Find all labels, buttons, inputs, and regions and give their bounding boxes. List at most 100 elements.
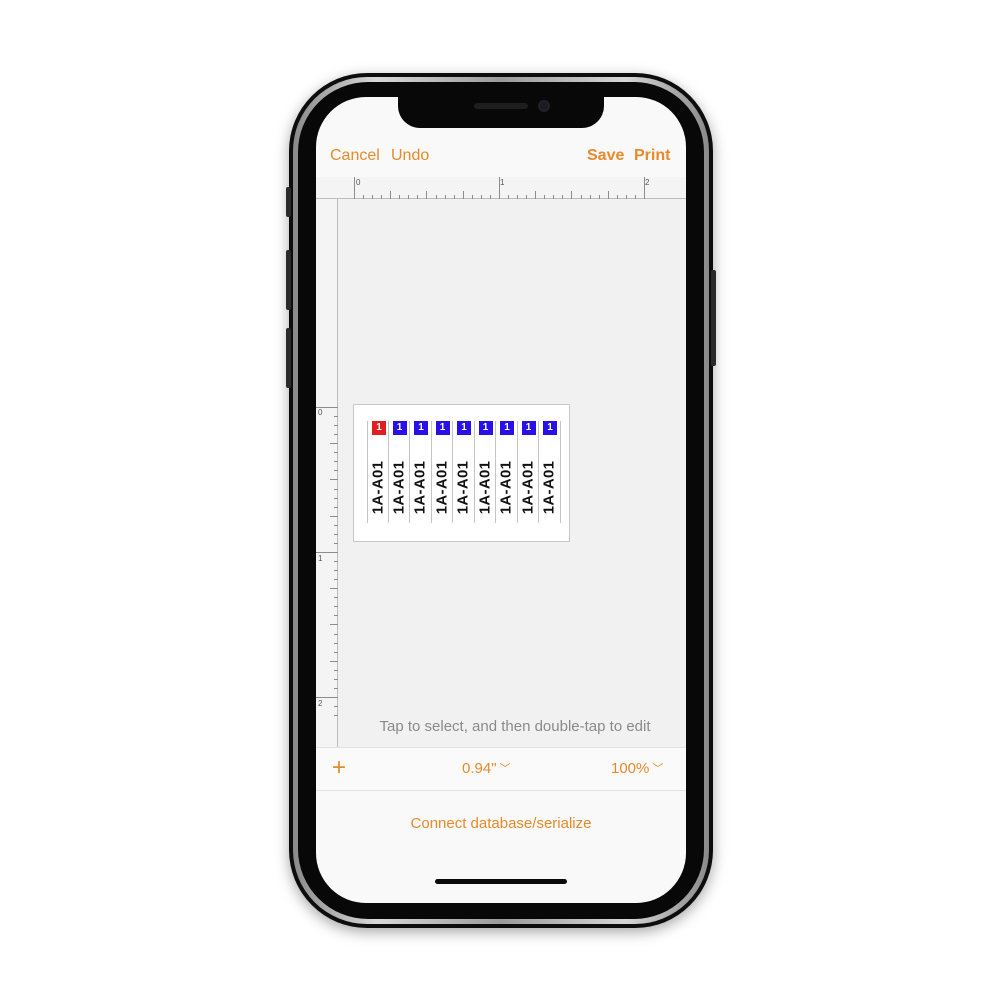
ruler-tick <box>607 191 609 199</box>
ruler-tick <box>330 479 338 481</box>
label-strip[interactable]: 1 1A-A01 <box>496 421 518 523</box>
ruler-tick <box>390 191 392 199</box>
label-strip-text: 1A-A01 <box>369 460 387 515</box>
label-strip[interactable]: 1 1A-A01 <box>474 421 496 523</box>
ruler-tick <box>334 570 338 572</box>
silent-switch <box>286 187 291 217</box>
label-canvas[interactable]: 0 1 2 0 1 2 1 1A-A01 1 1A-A01 1 1A-A01 1 1A-A01… <box>316 177 686 747</box>
ruler-tick <box>334 687 338 689</box>
length-value: 0.94" <box>462 760 497 777</box>
label-number-badge: 1 <box>372 421 386 435</box>
label-number-badge: 1 <box>478 421 493 435</box>
ruler-v-label-2: 2 <box>318 699 323 708</box>
zoom-value: 100% <box>611 760 650 777</box>
ruler-tick <box>334 579 338 581</box>
ruler-tick <box>334 488 338 490</box>
label-number-badge: 1 <box>521 421 536 435</box>
ruler-tick <box>334 461 338 463</box>
label-strip-text: 1A-A01 <box>497 460 515 515</box>
ruler-tick <box>417 195 419 199</box>
ruler-tick <box>616 195 618 199</box>
chevron-down-icon: ﹀ <box>499 763 511 775</box>
ruler-tick <box>334 651 338 653</box>
volume-up-button <box>286 250 291 310</box>
ruler-tick <box>334 597 338 599</box>
ruler-tick <box>334 669 338 671</box>
label-strip-text: 1A-A01 <box>540 460 558 515</box>
ruler-tick <box>544 195 546 199</box>
vertical-ruler: 0 1 2 <box>316 199 338 747</box>
ruler-tick <box>334 416 338 418</box>
camera-icon <box>538 100 550 112</box>
ruler-h-label-2: 2 <box>645 178 650 187</box>
print-button[interactable]: Print <box>634 147 670 165</box>
ruler-tick <box>334 642 338 644</box>
cancel-button[interactable]: Cancel <box>330 147 380 165</box>
ruler-tick <box>334 542 338 544</box>
edit-hint-text: Tap to select, and then double-tap to ed… <box>379 718 651 735</box>
phone-screen: Cancel Undo Save Print 0 1 2 0 1 2 1 1A-A… <box>316 97 686 903</box>
ruler-tick <box>580 195 582 199</box>
bottom-toolbar: + 0.94" ﹀ 100% ﹀ <box>316 747 686 791</box>
ruler-tick <box>408 195 410 199</box>
label-strip[interactable]: 1 1A-A01 <box>388 421 410 523</box>
horizontal-ruler: 0 1 2 <box>316 177 686 199</box>
ruler-tick <box>334 452 338 454</box>
chevron-down-icon: ﹀ <box>652 763 664 775</box>
ruler-tick <box>517 195 519 199</box>
ruler-tick <box>589 195 591 199</box>
home-indicator[interactable] <box>435 879 567 884</box>
save-button[interactable]: Save <box>587 147 624 165</box>
label-strip[interactable]: 1 1A-A01 <box>367 421 389 523</box>
label-strip[interactable]: 1 1A-A01 <box>453 421 475 523</box>
ruler-tick <box>330 624 338 626</box>
label-strip[interactable]: 1 1A-A01 <box>517 421 539 523</box>
ruler-tick <box>399 195 401 199</box>
label-strip-text: 1A-A01 <box>519 460 537 515</box>
ruler-tick <box>381 195 383 199</box>
label-sheet[interactable]: 1 1A-A01 1 1A-A01 1 1A-A01 1 1A-A01 1 1A-A01 1 1A-A… <box>353 404 570 542</box>
ruler-tick <box>316 551 338 553</box>
ruler-tick <box>316 407 338 408</box>
ruler-tick <box>334 678 338 680</box>
undo-button[interactable]: Undo <box>391 147 429 165</box>
ruler-tick <box>453 195 455 199</box>
label-strip-text: 1A-A01 <box>390 460 408 515</box>
ruler-tick <box>444 195 446 199</box>
ruler-tick <box>334 524 338 526</box>
label-number-badge: 1 <box>435 421 450 435</box>
ruler-tick <box>489 195 491 199</box>
ruler-tick <box>334 506 338 508</box>
power-button <box>711 270 716 366</box>
ruler-tick <box>330 515 338 517</box>
label-strip[interactable]: 1 1A-A01 <box>539 421 561 523</box>
label-strip-text: 1A-A01 <box>411 460 429 515</box>
ruler-h-label-1: 1 <box>500 178 505 187</box>
ruler-tick <box>625 195 627 199</box>
connect-database-button[interactable]: Connect database/serialize <box>316 815 686 832</box>
ruler-tick <box>526 195 528 199</box>
speaker-grille <box>474 103 528 109</box>
ruler-v-label-0: 0 <box>318 408 323 417</box>
ruler-tick <box>330 588 338 590</box>
ruler-tick <box>471 195 473 199</box>
ruler-tick <box>334 497 338 499</box>
label-length-selector[interactable]: 0.94" ﹀ <box>462 760 511 777</box>
label-strip[interactable]: 1 1A-A01 <box>410 421 432 523</box>
ruler-tick <box>562 195 564 199</box>
ruler-tick <box>571 191 573 199</box>
ruler-tick <box>508 195 510 199</box>
ruler-tick <box>435 195 437 199</box>
ruler-tick <box>634 195 636 199</box>
label-number-badge: 1 <box>414 421 428 435</box>
add-object-button[interactable]: + <box>332 756 346 780</box>
ruler-tick <box>354 177 355 199</box>
plus-icon: + <box>332 754 347 781</box>
label-strip[interactable]: 1 1A-A01 <box>431 421 453 523</box>
label-number-badge: 1 <box>500 421 514 435</box>
ruler-tick <box>334 606 338 608</box>
label-number-badge: 1 <box>392 421 407 435</box>
label-number-badge: 1 <box>457 421 471 435</box>
zoom-selector[interactable]: 100% ﹀ <box>611 760 663 777</box>
ruler-tick <box>598 195 600 199</box>
